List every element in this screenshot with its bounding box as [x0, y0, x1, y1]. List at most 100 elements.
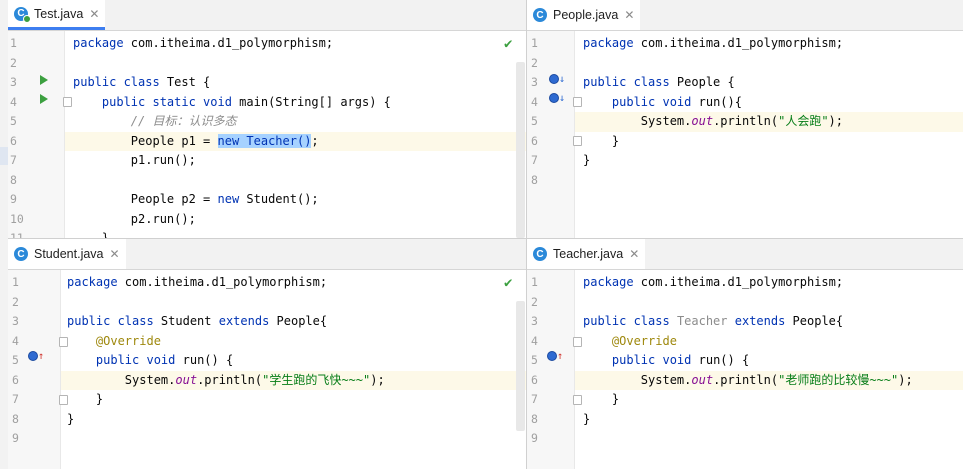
- code-line[interactable]: public void run() {: [575, 351, 963, 371]
- code-line[interactable]: @Override: [575, 332, 963, 352]
- tab-label: Test.java: [34, 6, 84, 21]
- line-number: 9: [10, 192, 17, 206]
- code-line[interactable]: public class People {: [575, 73, 963, 93]
- line-number: 5: [10, 114, 17, 128]
- line-number: 8: [10, 172, 17, 187]
- line-number: 1: [10, 36, 17, 50]
- code-line[interactable]: [575, 54, 963, 74]
- code-area[interactable]: package com.itheima.d1_polymorphism;publ…: [575, 31, 963, 238]
- tab-people-java[interactable]: C People.java ✕: [527, 0, 641, 30]
- code-line[interactable]: }: [575, 132, 963, 152]
- line-number: 7: [531, 153, 538, 167]
- line-number: 1: [12, 275, 19, 289]
- class-icon: C: [533, 8, 547, 22]
- code-line[interactable]: package com.itheima.d1_polymorphism;: [575, 273, 963, 293]
- project-panel-edge: [0, 0, 8, 469]
- code-line[interactable]: package com.itheima.d1_polymorphism;: [575, 34, 963, 54]
- line-number: 3: [531, 75, 538, 89]
- fold-marker-icon: [573, 395, 582, 405]
- code-line[interactable]: System.out.println("人会跑");: [575, 112, 963, 132]
- tab-student-java[interactable]: C Student.java ✕: [8, 239, 126, 269]
- code-area[interactable]: package com.itheima.d1_polymorphism;publ…: [61, 270, 526, 469]
- line-number: 4: [10, 94, 17, 109]
- line-number: 6: [531, 372, 538, 387]
- tab-test-java[interactable]: C Test.java ✕: [8, 0, 106, 30]
- scrollbar[interactable]: [516, 62, 525, 238]
- line-number: 4: [531, 94, 538, 109]
- scrollbar[interactable]: [516, 301, 525, 431]
- line-number: 5: [12, 353, 19, 367]
- code-line[interactable]: [575, 171, 963, 191]
- code-line[interactable]: @Override: [61, 332, 526, 352]
- close-icon[interactable]: ✕: [629, 247, 639, 261]
- run-arrow-icon[interactable]: [40, 94, 48, 104]
- code-line[interactable]: public class Teacher extends People{: [575, 312, 963, 332]
- code-line[interactable]: [575, 293, 963, 313]
- tab-bar: C People.java ✕: [527, 0, 963, 31]
- code-line[interactable]: public class Test {: [65, 73, 526, 93]
- code-line[interactable]: }: [575, 151, 963, 171]
- code-line[interactable]: public static void main(String[] args) {: [65, 93, 526, 113]
- editor-pane-student[interactable]: C Student.java ✕ package com.itheima.d1_…: [8, 239, 526, 469]
- code-line[interactable]: p1.run();: [65, 151, 526, 171]
- code-line[interactable]: [61, 429, 526, 449]
- code-line[interactable]: System.out.println("学生跑的飞快~~~");: [61, 370, 526, 390]
- line-number: 7: [10, 153, 17, 167]
- code-line[interactable]: }: [65, 229, 526, 238]
- code-line[interactable]: }: [61, 390, 526, 410]
- code-line[interactable]: public void run(){: [575, 93, 963, 113]
- editor-pane-teacher[interactable]: C Teacher.java ✕ package com.itheima.d1_…: [527, 239, 963, 469]
- editor-pane-test[interactable]: C Test.java ✕ package com.itheima.d1_pol…: [8, 0, 526, 238]
- editor-pane-people[interactable]: C People.java ✕ package com.itheima.d1_p…: [527, 0, 963, 238]
- close-icon[interactable]: ✕: [110, 247, 120, 261]
- code-line[interactable]: [575, 429, 963, 449]
- tab-bar: C Teacher.java ✕: [527, 239, 963, 270]
- code-line[interactable]: System.out.println("老师跑的比较慢~~~");: [575, 370, 963, 390]
- code-line[interactable]: People p2 = new Student();: [65, 190, 526, 210]
- tab-label: Student.java: [34, 247, 104, 261]
- code-line[interactable]: p2.run();: [65, 210, 526, 230]
- code-line[interactable]: package com.itheima.d1_polymorphism;: [61, 273, 526, 293]
- fold-marker-icon: [59, 337, 68, 347]
- line-number: 5: [531, 114, 538, 128]
- line-number: 9: [12, 431, 19, 445]
- class-icon: C: [533, 247, 547, 261]
- check-icon: ✔: [504, 36, 513, 52]
- code-line[interactable]: package com.itheima.d1_polymorphism;: [65, 34, 526, 54]
- code-line[interactable]: }: [61, 410, 526, 430]
- override-icon: ↑: [28, 351, 44, 363]
- line-number: 2: [10, 55, 17, 70]
- code-line[interactable]: public class Student extends People{: [61, 312, 526, 332]
- line-number: 6: [12, 372, 19, 387]
- vertical-splitter[interactable]: [526, 0, 527, 469]
- line-number: 2: [531, 294, 538, 309]
- close-icon[interactable]: ✕: [624, 8, 634, 22]
- code-area[interactable]: package com.itheima.d1_polymorphism;publ…: [575, 270, 963, 469]
- line-number: 8: [531, 172, 538, 187]
- line-number: 3: [531, 314, 538, 328]
- project-panel-selection: [0, 147, 8, 165]
- code-line[interactable]: [61, 293, 526, 313]
- horizontal-splitter[interactable]: [8, 238, 963, 239]
- line-number: 6: [531, 133, 538, 148]
- line-number: 4: [12, 333, 19, 348]
- override-icon: ↓: [549, 93, 565, 105]
- code-line[interactable]: }: [575, 390, 963, 410]
- line-number: 7: [12, 392, 19, 406]
- tab-bar: C Test.java ✕: [8, 0, 526, 31]
- code-line[interactable]: [65, 171, 526, 191]
- close-icon[interactable]: ✕: [89, 7, 99, 21]
- code-line[interactable]: }: [575, 410, 963, 430]
- code-line[interactable]: [65, 54, 526, 74]
- run-arrow-icon[interactable]: [40, 75, 48, 85]
- code-line[interactable]: // 目标：认识多态: [65, 112, 526, 132]
- tab-label: Teacher.java: [553, 247, 624, 261]
- override-icon: ↓: [549, 74, 565, 86]
- code-area[interactable]: package com.itheima.d1_polymorphism;publ…: [65, 31, 526, 238]
- fold-marker-icon: [573, 337, 582, 347]
- line-number: 1: [531, 275, 538, 289]
- code-line[interactable]: People p1 = new Teacher();: [65, 131, 526, 151]
- code-line[interactable]: public void run() {: [61, 351, 526, 371]
- line-number: 9: [531, 431, 538, 445]
- tab-teacher-java[interactable]: C Teacher.java ✕: [527, 239, 646, 269]
